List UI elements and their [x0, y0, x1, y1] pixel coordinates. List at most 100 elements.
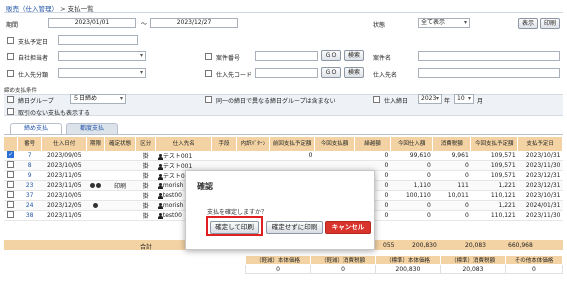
- case-go-button[interactable]: ＧＯ: [321, 50, 341, 61]
- row-date: 2023/11/05: [41, 180, 87, 191]
- supplier-code-input[interactable]: [255, 68, 318, 78]
- row-checkbox-cell[interactable]: [4, 200, 18, 211]
- row-icons: [86, 180, 105, 191]
- supplier-dept-select[interactable]: [58, 68, 146, 78]
- row-no[interactable]: 9: [17, 170, 42, 181]
- row-checkbox-cell[interactable]: [4, 210, 18, 221]
- row-purchase: 99,610: [390, 151, 433, 161]
- row-checkbox-cell[interactable]: [4, 180, 18, 191]
- status-select[interactable]: 全て表示: [418, 18, 470, 28]
- row-checkbox[interactable]: [7, 151, 15, 158]
- row-no[interactable]: 7: [17, 151, 42, 161]
- case-search-button[interactable]: 検索: [344, 50, 364, 61]
- row-checkbox[interactable]: [7, 181, 15, 188]
- sum-h-1: （軽減）消費税額: [309, 255, 376, 265]
- row-checkbox[interactable]: [7, 191, 15, 198]
- row-state: 印刷: [104, 180, 136, 191]
- supplier-search-button[interactable]: 検索: [344, 67, 364, 78]
- print-without-confirm-button[interactable]: 確定せずに印刷: [266, 221, 323, 234]
- show-unpaid-label: 取引のない支払も表示する: [18, 110, 91, 117]
- same-group-checkbox[interactable]: [205, 96, 212, 103]
- person-icon: [157, 173, 163, 180]
- supplier-name-label: 仕入先名: [373, 72, 398, 79]
- sum-v-3: 20,083: [439, 264, 506, 274]
- supplier-name-input[interactable]: [418, 68, 560, 78]
- case-name-input[interactable]: [418, 51, 560, 61]
- date-to-input[interactable]: 2023/12/27: [150, 18, 238, 28]
- row-purchase: 0: [390, 210, 433, 221]
- sum-h-2: （標準）本体価格: [374, 255, 441, 265]
- row-no[interactable]: 24: [17, 200, 42, 211]
- tab-underline: [4, 134, 563, 135]
- row-icons: [86, 190, 105, 201]
- supplier-dept-label: 仕入先分類: [18, 72, 49, 79]
- own-staff-select[interactable]: [58, 51, 146, 61]
- col-method: 手段: [211, 137, 237, 151]
- date-from-input[interactable]: 2023/01/01: [48, 18, 136, 28]
- year-select[interactable]: 2023: [418, 94, 442, 104]
- row-method: [211, 160, 237, 171]
- closing-day-checkbox[interactable]: [373, 96, 380, 103]
- sum-h-4: その他本体価格: [504, 255, 564, 265]
- row-checkbox-cell[interactable]: [4, 160, 18, 171]
- sum-h-0: （軽減）本体価格: [245, 255, 311, 265]
- supplier-dept-checkbox[interactable]: [7, 70, 14, 77]
- row-kbn: 掛: [135, 160, 156, 171]
- row-no[interactable]: 38: [17, 210, 42, 221]
- row-sched: 1,221: [470, 180, 518, 191]
- closing-group-checkbox[interactable]: [7, 96, 14, 103]
- case-no-input[interactable]: [255, 51, 318, 61]
- cancel-button[interactable]: キャンセル: [325, 221, 371, 234]
- col-tax: 消費税額: [432, 137, 472, 151]
- supplier-code-checkbox[interactable]: [205, 70, 212, 77]
- person-icon: [157, 212, 163, 219]
- display-button[interactable]: 表示: [518, 18, 538, 29]
- print-button[interactable]: 印刷: [540, 18, 560, 29]
- row-sched: 109,571: [470, 151, 518, 161]
- row-name-text: テスト001: [162, 163, 193, 170]
- row-icons: [86, 160, 105, 171]
- tab-each-payment[interactable]: 都度支払: [66, 123, 118, 134]
- row-sched: 1,221: [470, 200, 518, 211]
- scheduled-pay-input[interactable]: [58, 35, 138, 45]
- row-name-text: morish: [162, 182, 184, 189]
- table-row[interactable]: 72023/09/05掛テスト0010099,6109,961109,57120…: [4, 151, 563, 161]
- period-label: 期間: [6, 22, 19, 29]
- dialog-message: 支払を確定しますか？: [207, 209, 268, 216]
- row-checkbox-cell[interactable]: [4, 151, 18, 161]
- row-carry: 0: [354, 151, 391, 161]
- tab-closing-payment[interactable]: 締め支払: [10, 123, 62, 134]
- own-staff-checkbox[interactable]: [7, 53, 14, 60]
- row-checkbox-cell[interactable]: [4, 170, 18, 181]
- total-purchase: 055: [383, 242, 395, 249]
- month-select[interactable]: 10: [454, 94, 474, 104]
- scheduled-pay-checkbox[interactable]: [7, 37, 14, 44]
- row-checkbox[interactable]: [7, 161, 15, 168]
- sum-v-2: 200,830: [374, 264, 441, 274]
- closing-group-select[interactable]: ５日締め: [70, 94, 126, 104]
- show-unpaid-checkbox[interactable]: [7, 108, 14, 115]
- row-purchase: 0: [390, 160, 433, 171]
- row-date: 2023/11/05: [41, 170, 87, 181]
- row-checkbox[interactable]: [7, 171, 15, 178]
- col-carry: 繰越額: [354, 137, 391, 151]
- row-icons: [86, 170, 105, 181]
- row-no[interactable]: 23: [17, 180, 42, 191]
- row-checkbox-cell[interactable]: [4, 190, 18, 201]
- row-tax: 0: [432, 170, 471, 181]
- col-name: 仕入先名: [155, 137, 213, 151]
- row-no[interactable]: 8: [17, 160, 42, 171]
- row-no[interactable]: 37: [17, 190, 42, 201]
- case-no-checkbox[interactable]: [205, 53, 212, 60]
- row-state: [104, 210, 136, 221]
- sum-v-4: 0: [504, 264, 564, 274]
- date-range-tilde: 〜: [141, 21, 148, 28]
- row-checkbox[interactable]: [7, 201, 15, 208]
- supplier-go-button[interactable]: ＧＯ: [321, 67, 341, 78]
- table-row[interactable]: 8 2023/10/05 掛テスト001 0 0 0 109,571 2023/11/30: [4, 160, 563, 171]
- row-checkbox[interactable]: [7, 211, 15, 218]
- row-name[interactable]: テスト001: [155, 151, 212, 161]
- row-due: 2023/10/31: [517, 190, 563, 201]
- row-purchase: 1,110: [390, 180, 433, 191]
- row-name[interactable]: テスト001: [155, 160, 212, 171]
